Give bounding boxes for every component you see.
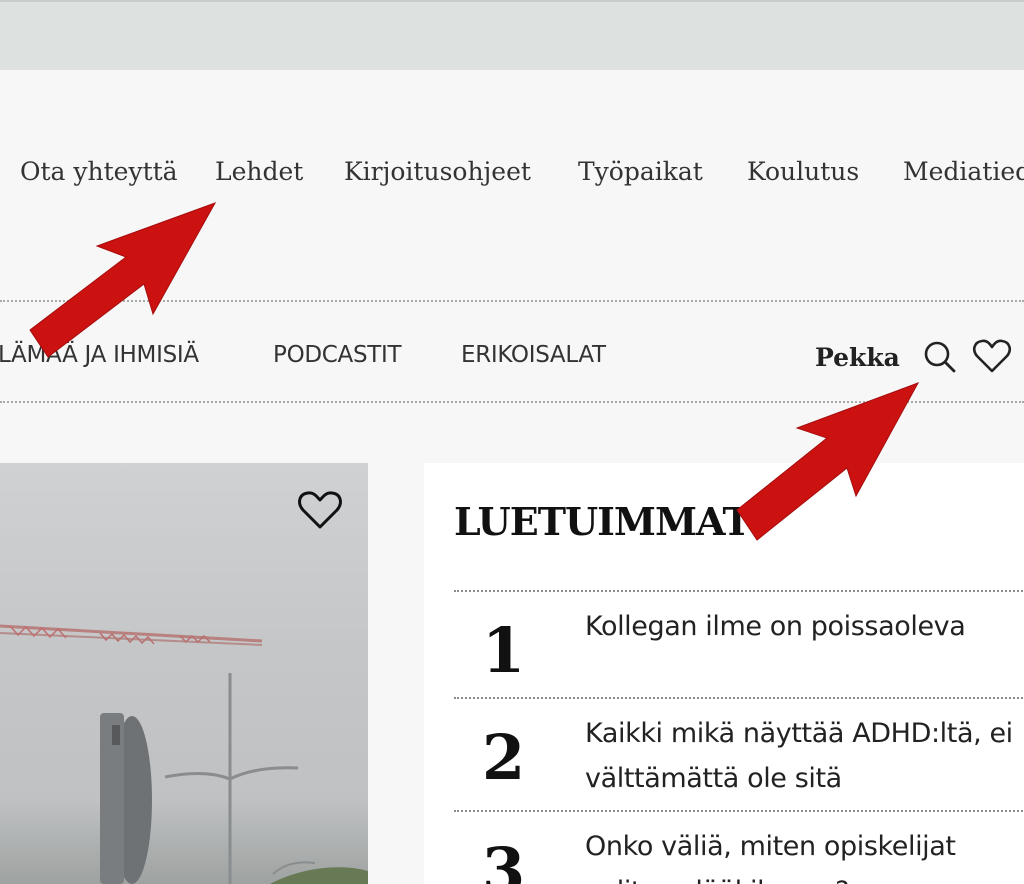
nav-link-contact[interactable]: Ota yhteyttä [20,150,178,194]
row-divider [454,697,1024,699]
section-link-podcasts[interactable]: PODCASTIT [273,330,402,380]
nav-link-training[interactable]: Koulutus [747,150,859,194]
search-icon[interactable] [921,338,957,378]
divider-top [0,300,1024,302]
nav-link-jobs[interactable]: Työpaikat [578,150,703,194]
divider-bottom [0,401,1024,403]
utility-nav: Ota yhteyttä Lehdet Kirjoitusohjeet Työp… [0,150,1024,194]
article-title-link[interactable]: Kaikki mikä näyttää ADHD:ltä, ei välttäm… [585,711,1015,801]
rank-number: 3 [482,834,526,884]
favorite-heart-icon[interactable] [296,489,344,535]
most-read-title: LUETUIMMAT [454,499,751,544]
most-read-panel: LUETUIMMAT 1 Kollegan ilme on poissaolev… [424,463,1024,884]
section-link-specialties[interactable]: ERIKOISALAT [461,330,606,380]
heart-icon[interactable] [972,338,1012,378]
nav-link-magazines[interactable]: Lehdet [215,150,303,194]
section-link-life-and-people[interactable]: LÄMÄÄ JA IHMISIÄ [0,330,199,380]
article-title-link[interactable]: Kollegan ilme on poissaoleva [585,604,1015,649]
rank-number: 1 [482,614,526,687]
nav-link-writing-guidelines[interactable]: Kirjoitusohjeet [344,150,531,194]
nav-link-media-info[interactable]: Mediatied [903,150,1024,194]
browser-top-bar [0,0,1024,70]
user-name-link[interactable]: Pekka [815,330,900,386]
row-divider [454,590,1024,592]
rank-number: 2 [482,721,526,794]
article-title-link[interactable]: Onko väliä, miten opiskelijat valitsee l… [585,824,1015,884]
hero-article-image[interactable] [0,463,368,884]
row-divider [454,810,1024,812]
